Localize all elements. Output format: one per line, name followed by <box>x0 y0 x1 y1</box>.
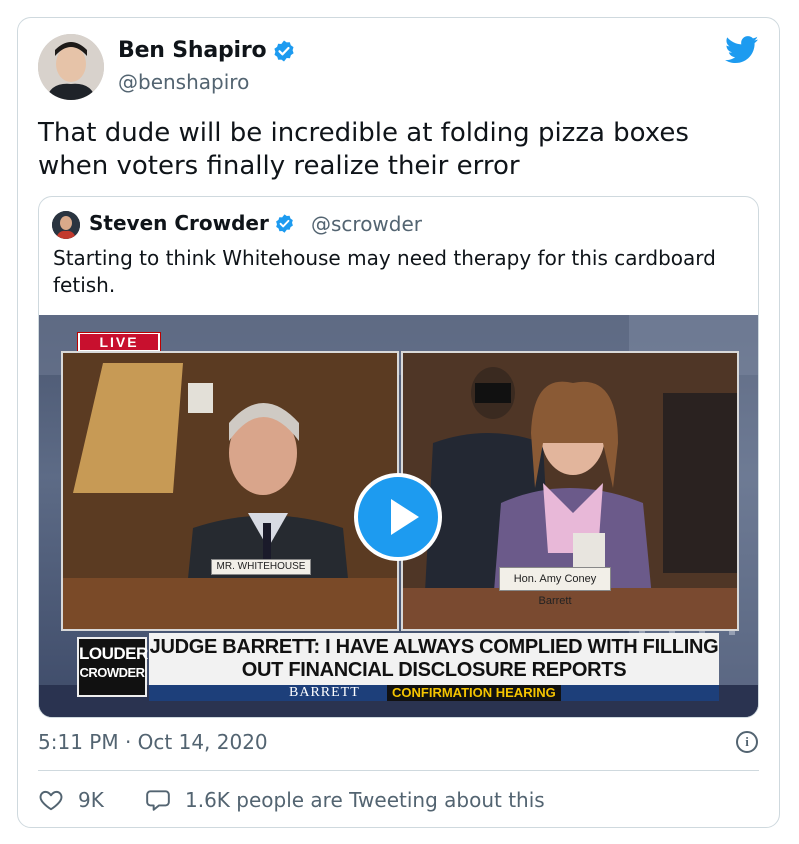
tweeting-count-label: 1.6K people are Tweeting about this <box>185 788 545 812</box>
info-icon[interactable]: i <box>736 731 758 753</box>
nameplate-right: Hon. Amy Coney Barrett <box>499 567 611 607</box>
divider <box>38 770 759 771</box>
lower-third: BARRETT CONFIRMATION HEARING <box>149 685 719 701</box>
quoted-author-name[interactable]: Steven Crowder <box>89 211 295 235</box>
quoted-author-avatar[interactable] <box>52 211 80 239</box>
reply-conversation-button[interactable]: 1.6K people are Tweeting about this <box>145 787 545 813</box>
user-avatar-icon <box>52 211 80 239</box>
news-headline: JUDGE BARRETT: I HAVE ALWAYS COMPLIED WI… <box>149 636 719 681</box>
verified-badge-icon <box>274 40 295 61</box>
nameplate-left: MR. WHITEHOUSE <box>211 559 311 575</box>
quoted-tweet[interactable]: Steven Crowder @scrowder Starting to thi… <box>38 196 759 718</box>
video-media[interactable]: LIVE MR. WHITEHOUSE Hon. Amy Coney Barre… <box>39 315 758 717</box>
video-panel-right: Hon. Amy Coney Barrett <box>401 351 739 631</box>
heart-icon <box>39 790 63 811</box>
speech-bubble-icon <box>146 790 170 811</box>
tweet-text: That dude will be incredible at folding … <box>38 118 689 181</box>
louder-crowder-logo: LOUDER CROWDER <box>77 637 148 697</box>
lower-third-left: BARRETT <box>289 685 360 700</box>
author-avatar[interactable] <box>38 34 104 100</box>
author-name[interactable]: Ben Shapiro <box>118 38 296 63</box>
like-button[interactable]: 9K <box>38 787 104 813</box>
verified-badge-icon <box>275 213 293 233</box>
author-name-label: Ben Shapiro <box>118 38 267 63</box>
quoted-author-name-label: Steven Crowder <box>89 211 269 235</box>
live-badge: LIVE <box>77 332 161 352</box>
quoted-author-handle[interactable]: @scrowder <box>311 212 422 236</box>
senator-scene <box>63 353 397 629</box>
quoted-tweet-text: Starting to think Whitehouse may need th… <box>53 246 716 297</box>
like-count: 9K <box>78 788 104 812</box>
play-icon[interactable] <box>354 473 442 561</box>
video-panel-left: MR. WHITEHOUSE <box>61 351 399 631</box>
news-headline-banner: JUDGE BARRETT: I HAVE ALWAYS COMPLIED WI… <box>149 633 719 685</box>
user-avatar-icon <box>38 34 104 100</box>
author-handle[interactable]: @benshapiro <box>118 70 249 94</box>
tweet-timestamp[interactable]: 5:11 PM · Oct 14, 2020 <box>38 730 268 754</box>
lower-third-right: CONFIRMATION HEARING <box>387 685 561 701</box>
twitter-bird-icon[interactable] <box>725 36 759 64</box>
